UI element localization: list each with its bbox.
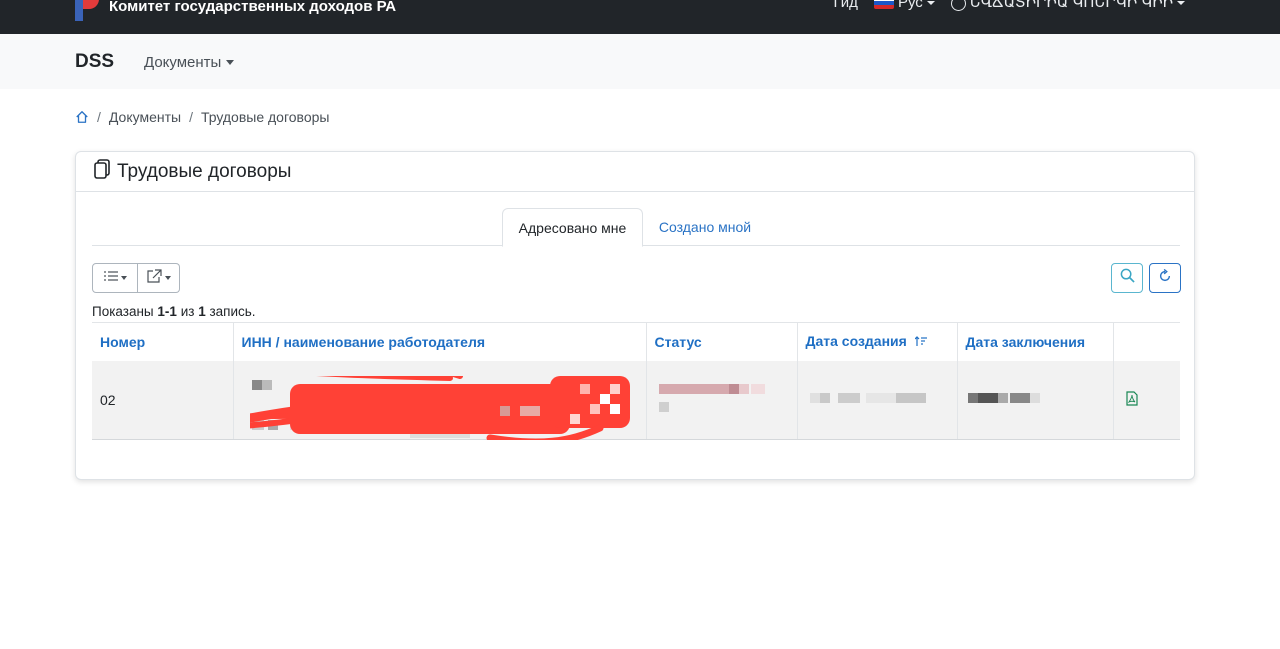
page-title: Трудовые договоры [117, 160, 292, 182]
guide-link[interactable]: Гид [834, 0, 858, 11]
breadcrumb-item-current: Трудовые договоры [200, 109, 330, 125]
breadcrumb-separator: / [189, 109, 193, 125]
cell-actions [1113, 360, 1180, 440]
refresh-button[interactable] [1149, 263, 1181, 293]
records-info: Показаны 1-1 из 1 запись. [92, 304, 256, 319]
column-header-number[interactable]: Номер [92, 322, 234, 361]
records-suffix: запись. [209, 304, 256, 319]
records-middle: из [180, 304, 195, 319]
cell-number: 02 [92, 360, 234, 440]
cell-employer-redacted [233, 360, 647, 440]
table-row[interactable]: 02 [92, 360, 1180, 440]
blurred-status-value [658, 384, 765, 413]
caret-down-icon [226, 60, 235, 65]
documents-menu[interactable]: Документы [144, 54, 235, 71]
column-header-created-label: Дата создания [805, 333, 907, 350]
column-header-employer[interactable]: ИНН / наименование работодателя [233, 322, 647, 361]
contracts-card: Трудовые договоры Адресовано мне Создано… [75, 151, 1195, 480]
breadcrumb: / Документы / Трудовые договоры [75, 109, 329, 125]
breadcrumb-separator: / [97, 109, 101, 125]
documents-menu-label: Документы [144, 54, 222, 71]
home-icon[interactable] [75, 110, 89, 124]
column-header-actions [1113, 322, 1180, 361]
column-header-status[interactable]: Статус [646, 322, 798, 361]
sort-ascending-icon [914, 334, 927, 350]
documents-icon [93, 159, 111, 184]
card-header: Трудовые договоры [76, 152, 1194, 192]
export-button[interactable] [138, 263, 180, 293]
logo [75, 0, 101, 21]
records-range: 1-1 [157, 304, 177, 319]
blurred-created-value [809, 393, 926, 404]
caret-down-icon [1177, 1, 1185, 6]
table-header-row: Номер ИНН / наименование работодателя Ст… [92, 322, 1180, 361]
org-name: Комитет государственных доходов РА [109, 0, 397, 15]
user-icon [950, 0, 966, 11]
language-dropdown[interactable]: Рус [873, 0, 935, 11]
caret-down-icon [926, 0, 935, 5]
language-label: Рус [897, 0, 923, 11]
toolbar-left [92, 263, 180, 293]
external-link-icon [146, 268, 162, 288]
records-prefix: Показаны [92, 304, 154, 319]
user-name: ԵՎՃԱՏԻՐԻԱ ԿՈԵՐԿԻ ԿԻԻ [969, 0, 1173, 11]
contracts-table: Номер ИНН / наименование работодателя Ст… [92, 322, 1180, 440]
search-icon [1120, 268, 1135, 288]
brand[interactable]: Комитет государственных доходов РА [75, 0, 396, 21]
caret-down-icon [120, 276, 127, 280]
column-header-created[interactable]: Дата создания [797, 322, 958, 361]
list-icon [103, 269, 118, 287]
toolbar-right [1111, 263, 1181, 293]
tab-addressed-to-me[interactable]: Адресовано мне [502, 208, 643, 247]
blurred-concluded-value [967, 393, 1040, 404]
breadcrumb-item-documents[interactable]: Документы [109, 109, 181, 125]
cell-created-blurred [797, 360, 958, 440]
top-bar: Комитет государственных доходов РА Гид Р… [0, 0, 1280, 34]
column-header-concluded[interactable]: Дата заключения [957, 322, 1114, 361]
app-navbar: DSS Документы [0, 34, 1280, 89]
cell-status-blurred [646, 360, 798, 440]
columns-button[interactable] [92, 263, 138, 293]
russia-flag-icon [873, 0, 894, 9]
user-dropdown[interactable]: ԵՎՃԱՏԻՐԻԱ ԿՈԵՐԿԻ ԿԻԻ [950, 0, 1185, 11]
search-button[interactable] [1111, 263, 1143, 293]
tabs: Адресовано мне Создано мной [92, 208, 1180, 247]
caret-down-icon [164, 276, 171, 280]
records-total: 1 [198, 304, 206, 319]
cell-concluded-blurred [957, 360, 1114, 440]
tab-created-by-me[interactable]: Создано мной [644, 208, 766, 246]
pdf-file-icon[interactable] [1125, 391, 1138, 409]
redacted-area [242, 370, 638, 440]
refresh-icon [1158, 268, 1172, 288]
topbar-right: Гид Рус ԵՎՃԱՏԻՐԻԱ ԿՈԵՐԿԻ ԿԻԻ [834, 0, 1185, 12]
app-name[interactable]: DSS [75, 51, 114, 73]
